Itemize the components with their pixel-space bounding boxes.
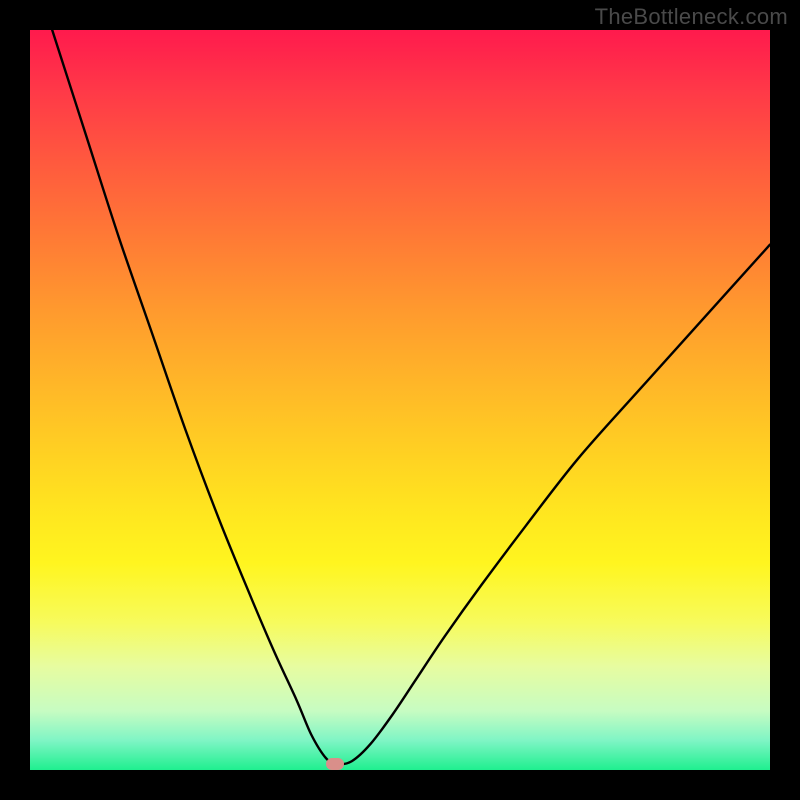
bottleneck-curve <box>30 30 770 770</box>
curve-path <box>52 30 770 764</box>
plot-area <box>30 30 770 770</box>
chart-frame: TheBottleneck.com <box>0 0 800 800</box>
watermark-text: TheBottleneck.com <box>595 4 788 30</box>
minimum-marker <box>326 758 344 770</box>
